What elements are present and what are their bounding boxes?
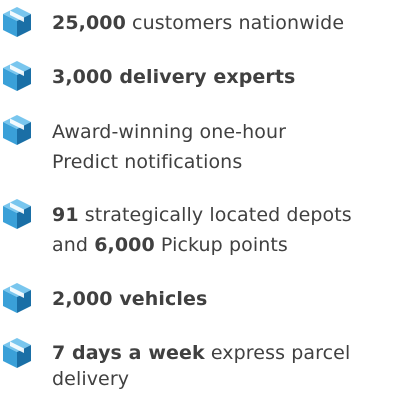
parcel-box-icon	[3, 61, 31, 91]
feature-text: 3,000 delivery experts	[52, 66, 296, 88]
parcel-box-icon	[3, 115, 31, 145]
feature-text-line-2: Predict notifications	[52, 151, 243, 173]
feature-text: 25,000 customers nationwide	[52, 12, 345, 34]
feature-text-line-1: Award-winning one-hour	[52, 121, 287, 143]
feature-text-line-1: 91 strategically located depots	[52, 204, 352, 226]
parcel-box-icon	[3, 283, 31, 313]
feature-text: 2,000 vehicles	[52, 288, 208, 310]
feature-text-line-2: delivery	[52, 368, 130, 390]
feature-text-line-2: and 6,000 Pickup points	[52, 234, 288, 256]
parcel-box-icon	[3, 7, 31, 37]
parcel-box-icon	[3, 199, 31, 229]
parcel-box-icon	[3, 338, 31, 368]
